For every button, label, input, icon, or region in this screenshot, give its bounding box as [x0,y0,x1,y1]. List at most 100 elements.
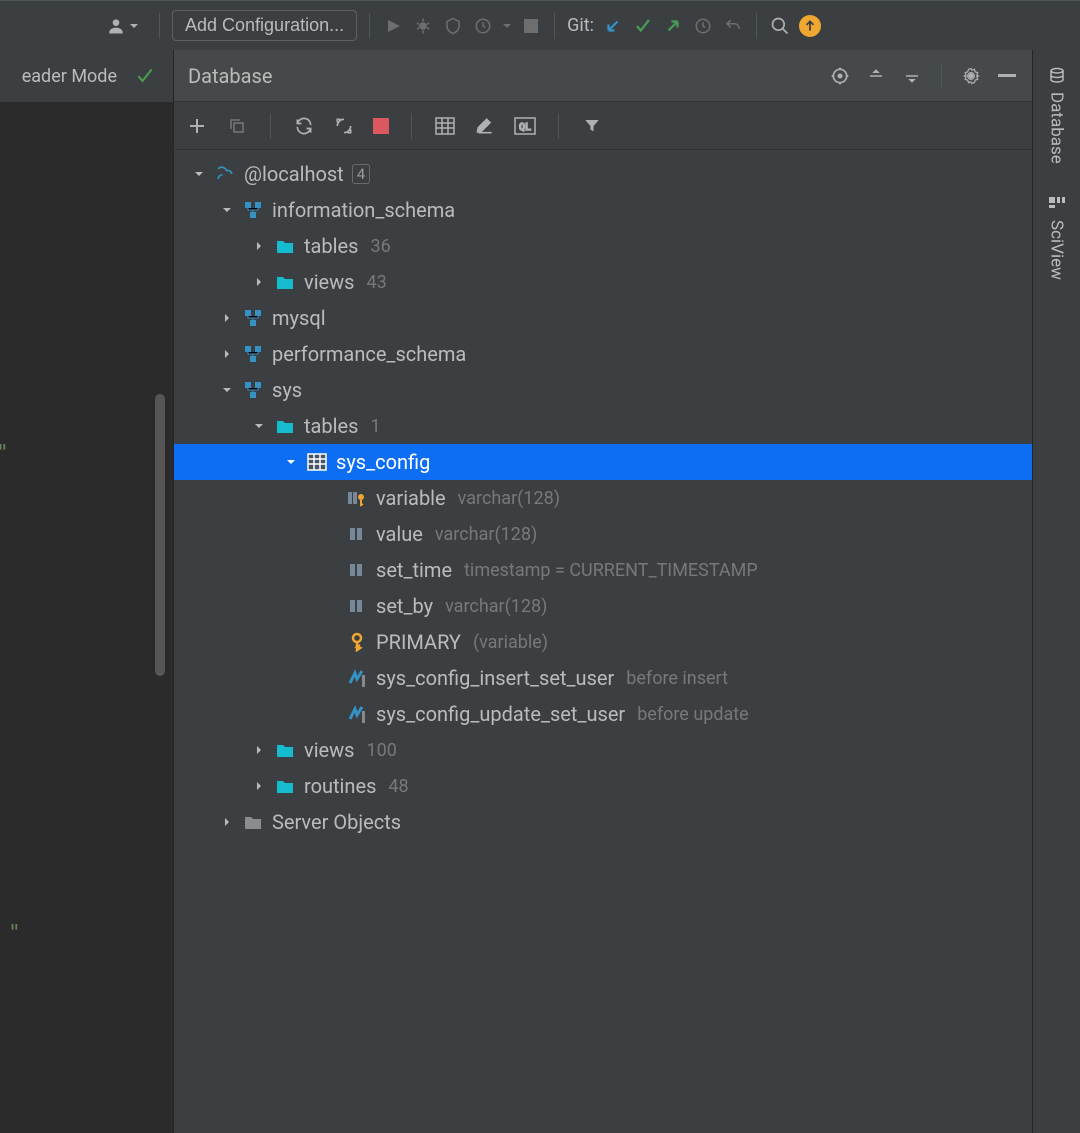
folder-node[interactable]: tables 36 [174,228,1032,264]
key-node[interactable]: PRIMARY (variable) [174,624,1032,660]
chevron-down-icon [221,204,233,216]
folder-icon [276,275,294,290]
chevron-right-icon [221,348,233,360]
reader-mode-tab[interactable]: eader Mode [22,66,117,87]
mysql-icon [215,164,235,184]
stop-icon[interactable] [373,118,389,134]
filter-icon[interactable] [581,115,603,137]
edit-icon[interactable] [474,115,496,137]
svg-text:QL: QL [519,122,531,133]
git-push-icon[interactable] [662,15,684,37]
schema-node[interactable]: performance_schema [174,336,1032,372]
column-node[interactable]: value varchar(128) [174,516,1032,552]
database-tree[interactable]: @localhost 4 information_schema tables 3… [174,150,1032,1133]
folder-node[interactable]: Server Objects [174,804,1032,840]
folder-icon [276,779,294,794]
key-icon [348,632,366,652]
code-line: e names. " [0,912,173,952]
run-icon[interactable] [382,15,404,37]
schema-node[interactable]: mysql [174,300,1032,336]
git-label: Git: [567,15,594,36]
undo-icon[interactable] [722,15,744,37]
column-node[interactable]: variable varchar(128) [174,480,1032,516]
schema-icon [244,201,262,219]
chevron-down-icon [253,420,265,432]
trigger-icon [348,705,366,723]
folder-icon [276,743,294,758]
chevron-down-icon [285,456,297,468]
chevron-down-icon [129,21,139,31]
schema-diff-icon[interactable] [333,115,355,137]
collapse-all-icon[interactable] [901,65,923,87]
trigger-icon [348,669,366,687]
user-icon [106,16,126,36]
scrollbar-thumb[interactable] [155,394,165,676]
schema-icon [244,309,262,327]
target-icon[interactable] [829,65,851,87]
add-configuration-button[interactable]: Add Configuration... [172,10,357,41]
refresh-icon[interactable] [293,115,315,137]
trigger-node[interactable]: sys_config_update_set_user before update [174,696,1032,732]
minimize-icon[interactable] [996,65,1018,87]
datasource-node[interactable]: @localhost 4 [174,156,1032,192]
stop-icon[interactable] [520,15,542,37]
database-panel: Database QL @localhos [173,50,1032,1133]
panel-title: Database [188,64,815,88]
table-icon [307,453,327,471]
code-line: for the" [0,192,173,232]
chevron-right-icon [221,816,233,828]
main-toolbar: Add Configuration... Git: [0,0,1080,50]
console-icon[interactable]: QL [514,115,536,137]
editor-body[interactable]: for the" contents" provide" e names. " d… [0,102,173,1133]
column-node[interactable]: set_time timestamp = CURRENT_TIMESTAMP [174,552,1032,588]
coverage-icon[interactable] [442,15,464,37]
chevron-down-icon [502,21,512,31]
schema-icon [244,381,262,399]
key-column-icon [347,489,367,507]
column-icon [347,561,367,579]
schema-icon [244,345,262,363]
folder-node[interactable]: views 43 [174,264,1032,300]
folder-icon [244,815,262,830]
schema-node[interactable]: information_schema [174,192,1032,228]
check-icon [135,66,155,86]
debug-icon[interactable] [412,15,434,37]
chevron-down-icon [193,168,205,180]
column-node[interactable]: set_by varchar(128) [174,588,1032,624]
chevron-right-icon [221,312,233,324]
chevron-right-icon [253,276,265,288]
editor-panel: eader Mode for the" contents" provide" e… [0,50,173,1133]
user-menu[interactable] [98,12,147,40]
database-icon [1048,66,1066,86]
side-tab-database[interactable]: Database [1047,60,1067,170]
expand-all-icon[interactable] [865,65,887,87]
chevron-right-icon [253,744,265,756]
chevron-down-icon [221,384,233,396]
git-history-icon[interactable] [692,15,714,37]
grid-icon [1048,196,1066,214]
folder-icon [276,239,294,254]
update-icon[interactable] [799,15,821,37]
code-line: provide" [0,552,173,592]
code-line: contents" [0,432,173,472]
table-icon[interactable] [434,115,456,137]
git-commit-icon[interactable] [632,15,654,37]
add-icon[interactable] [186,115,208,137]
column-icon [347,597,367,615]
folder-node[interactable]: tables 1 [174,408,1032,444]
column-icon [347,525,367,543]
table-node[interactable]: sys_config [174,444,1032,480]
trigger-node[interactable]: sys_config_insert_set_user before insert [174,660,1032,696]
profile-icon[interactable] [472,15,494,37]
gear-icon[interactable] [960,65,982,87]
search-icon[interactable] [769,15,791,37]
chevron-right-icon [253,240,265,252]
folder-icon [276,419,294,434]
copy-icon[interactable] [226,115,248,137]
git-pull-icon[interactable] [602,15,624,37]
schema-node[interactable]: sys [174,372,1032,408]
chevron-right-icon [253,780,265,792]
folder-node[interactable]: views 100 [174,732,1032,768]
side-tab-sciview[interactable]: SciView [1047,190,1067,286]
folder-node[interactable]: routines 48 [174,768,1032,804]
